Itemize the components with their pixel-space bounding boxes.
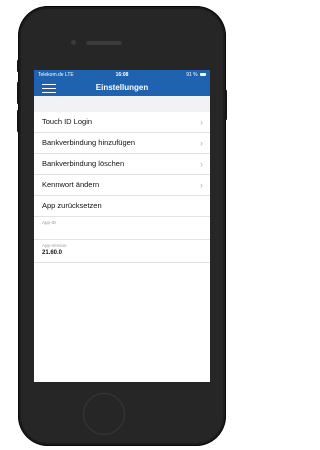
page-title: Einstellungen bbox=[95, 83, 149, 92]
menu-item-label: Bankverbindung hinzufügen bbox=[42, 138, 135, 147]
chevron-right-icon: › bbox=[200, 138, 203, 148]
chevron-right-icon: › bbox=[200, 180, 203, 190]
settings-list: Touch ID Login › Bankverbindung hinzufüg… bbox=[34, 112, 210, 263]
front-camera-icon bbox=[71, 40, 76, 45]
menu-item-delete-bank-connection[interactable]: Bankverbindung löschen › bbox=[34, 154, 210, 175]
app-screen: Telekom.de LTE 16:08 91 % Einstellungen … bbox=[34, 70, 210, 382]
section-spacer bbox=[34, 96, 210, 112]
menu-item-reset-app[interactable]: App zurücksetzen bbox=[34, 196, 210, 217]
navigation-bar: Einstellungen bbox=[34, 80, 210, 96]
battery-icon bbox=[200, 73, 206, 77]
status-bar: Telekom.de LTE 16:08 91 % bbox=[34, 70, 210, 80]
menu-item-add-bank-connection[interactable]: Bankverbindung hinzufügen › bbox=[34, 133, 210, 154]
menu-item-label: Bankverbindung löschen bbox=[42, 159, 125, 168]
app-version-label: App-Version bbox=[42, 243, 67, 248]
battery-indicator: 91 % bbox=[186, 70, 206, 80]
menu-item-touch-id-login[interactable]: Touch ID Login › bbox=[34, 112, 210, 133]
clock: 16:08 bbox=[115, 72, 129, 78]
battery-percent: 91 % bbox=[186, 72, 198, 78]
menu-item-change-password[interactable]: Kennwort ändern › bbox=[34, 175, 210, 196]
app-id-label: App-ID bbox=[42, 220, 57, 225]
chevron-right-icon: › bbox=[200, 159, 203, 169]
power-button bbox=[225, 90, 227, 120]
app-version-value: 21.60.0 bbox=[42, 250, 63, 256]
app-id-info: App-ID bbox=[34, 217, 210, 240]
chevron-right-icon: › bbox=[200, 117, 203, 127]
volume-down-button bbox=[17, 110, 19, 132]
volume-up-button bbox=[17, 82, 19, 104]
menu-item-label: Kennwort ändern bbox=[42, 180, 100, 189]
menu-item-label: Touch ID Login bbox=[42, 117, 93, 126]
app-version-info: App-Version 21.60.0 bbox=[34, 240, 210, 263]
mute-switch bbox=[17, 60, 19, 72]
home-button[interactable] bbox=[84, 394, 124, 434]
menu-item-label: App zurücksetzen bbox=[42, 201, 102, 210]
empty-content-area bbox=[34, 263, 210, 382]
earpiece-speaker bbox=[86, 41, 122, 45]
